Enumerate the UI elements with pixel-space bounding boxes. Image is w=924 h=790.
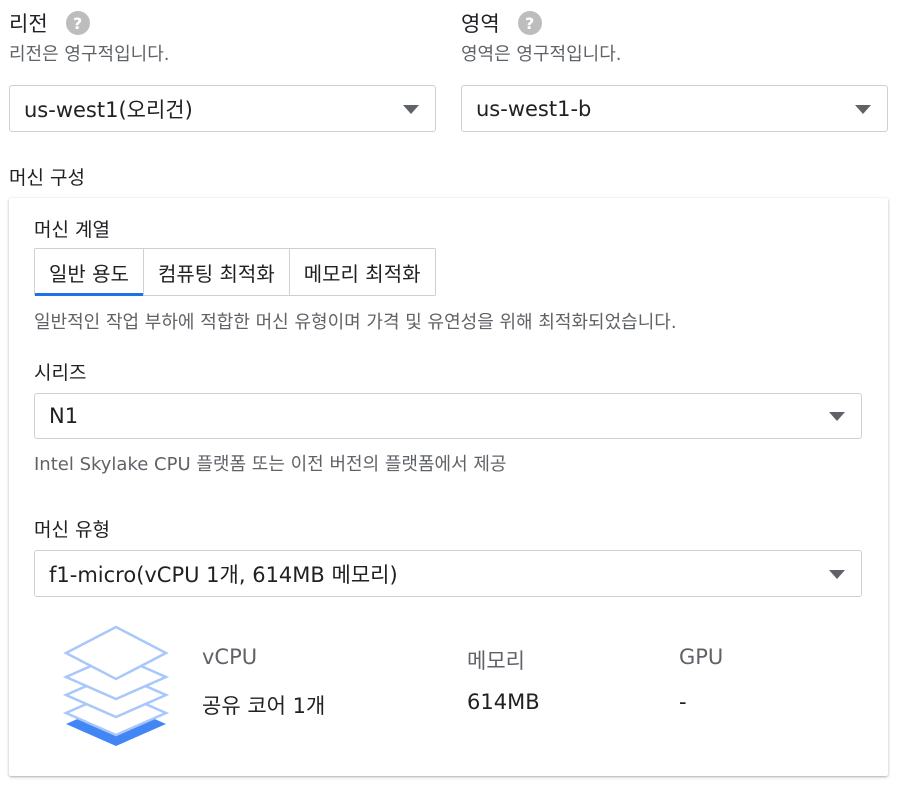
machine-type-select-value: f1-micro(vCPU 1개, 614MB 메모리) — [49, 562, 398, 587]
machine-config-page: 리전 ? 리전은 영구적입니다. us-west1(오리건) 영역 ? 영역은 … — [0, 0, 924, 790]
machine-config-title: 머신 구성 — [9, 167, 85, 189]
series-select[interactable]: N1 — [34, 393, 862, 439]
region-label: 리전 — [9, 12, 48, 36]
machine-type-select[interactable]: f1-micro(vCPU 1개, 614MB 메모리) — [34, 550, 862, 597]
zone-label: 영역 — [461, 12, 500, 36]
zone-select-value: us-west1-b — [476, 96, 592, 121]
tab-compute-optimized[interactable]: 컴퓨팅 최적화 — [143, 249, 290, 295]
tab-general-purpose[interactable]: 일반 용도 — [35, 249, 144, 296]
gpu-label: GPU — [679, 645, 724, 669]
gpu-value: - — [679, 690, 687, 714]
machine-family-tabs: 일반 용도 컴퓨팅 최적화 메모리 최적화 — [34, 248, 436, 296]
dropdown-arrow-icon — [829, 569, 845, 579]
machine-config-card: 머신 계열 일반 용도 컴퓨팅 최적화 메모리 최적화 일반적인 작업 부하에 … — [9, 198, 888, 776]
region-label-row: 리전 ? — [9, 8, 90, 38]
series-label: 시리즈 — [34, 362, 87, 384]
zone-select[interactable]: us-west1-b — [461, 85, 888, 132]
vcpu-label: vCPU — [202, 645, 258, 669]
memory-label: 메모리 — [467, 649, 525, 673]
machine-family-hint: 일반적인 작업 부하에 적합한 머신 유형이며 가격 및 유연성을 위해 최적화… — [34, 312, 677, 333]
dropdown-arrow-icon — [829, 412, 845, 421]
memory-value: 614MB — [467, 690, 540, 714]
dropdown-arrow-icon — [403, 104, 419, 114]
help-icon[interactable]: ? — [65, 11, 90, 35]
region-select[interactable]: us-west1(오리건) — [9, 85, 436, 132]
dropdown-arrow-icon — [855, 104, 871, 114]
machine-type-label: 머신 유형 — [34, 519, 110, 541]
region-hint: 리전은 영구적입니다. — [9, 44, 170, 65]
zone-hint: 영역은 영구적입니다. — [461, 44, 622, 65]
help-icon[interactable]: ? — [517, 11, 542, 35]
machine-family-label: 머신 계열 — [34, 219, 110, 241]
zone-label-row: 영역 ? — [461, 8, 542, 38]
tab-memory-optimized[interactable]: 메모리 최적화 — [289, 249, 435, 295]
vcpu-value: 공유 코어 1개 — [202, 694, 326, 718]
series-select-value: N1 — [49, 404, 79, 428]
region-select-value: us-west1(오리건) — [24, 97, 193, 122]
machine-stack-icon — [62, 625, 170, 746]
series-hint: Intel Skylake CPU 플랫폼 또는 이전 버전의 플랫폼에서 제공 — [34, 454, 507, 475]
